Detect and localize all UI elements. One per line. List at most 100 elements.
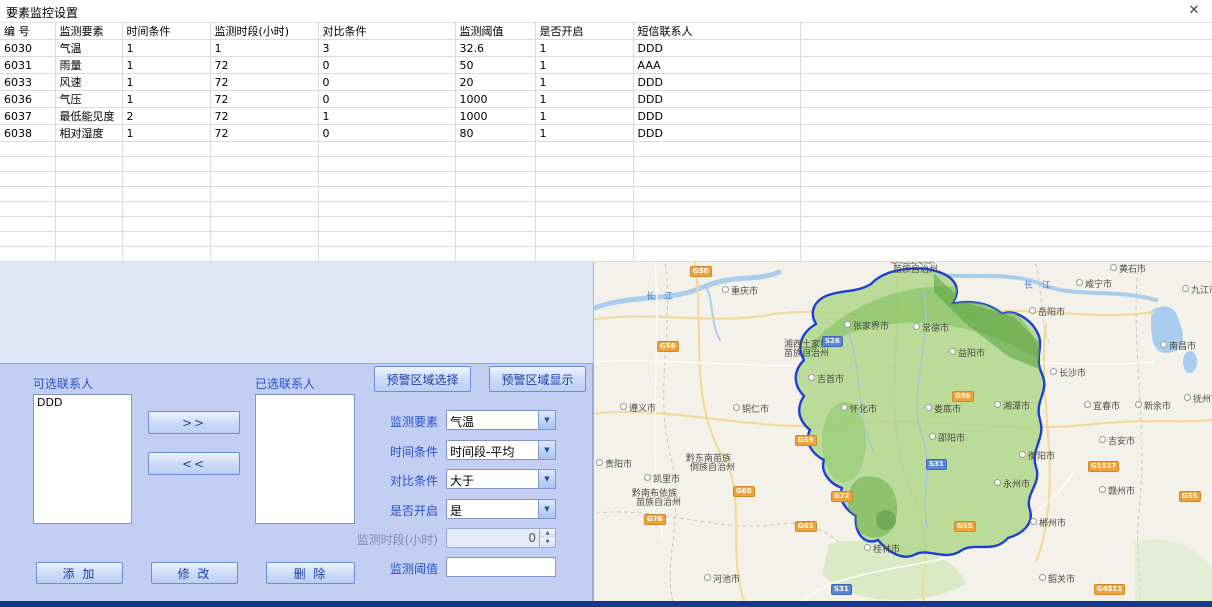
map[interactable]: 恩施土家族苗族自治州重庆市咸宁市黄石市九江市岳阳市常德市张家界市湘西土家族苗族自…: [593, 262, 1212, 601]
road-badge: G55: [954, 521, 976, 532]
map-city-label: 抚州市: [1184, 394, 1212, 405]
table-cell: DDD: [633, 125, 800, 142]
table-row[interactable]: 6031雨量1720501AAA: [0, 57, 1212, 74]
table-cell: 1: [122, 74, 210, 91]
column-header[interactable]: 编 号: [0, 23, 55, 40]
table-cell: [535, 202, 633, 217]
map-city-label: 长沙市: [1050, 368, 1086, 379]
table-cell: [122, 187, 210, 202]
map-city-label: 邵阳市: [929, 433, 965, 444]
table-cell: [0, 232, 55, 247]
road-badge: G72: [831, 491, 853, 502]
add-button[interactable]: 添 加: [36, 562, 123, 584]
period-label: 监测时段(小时): [326, 531, 438, 548]
table-cell: 20: [455, 74, 535, 91]
element-select[interactable]: 气温 ▼: [446, 410, 556, 430]
column-header[interactable]: 监测阈值: [455, 23, 535, 40]
table-row[interactable]: 6033风速1720201DDD: [0, 74, 1212, 91]
table-cell: [455, 172, 535, 187]
table-cell: 1: [535, 40, 633, 57]
time-condition-select[interactable]: 时间段-平均 ▼: [446, 440, 556, 460]
map-city-label: 张家界市: [844, 321, 889, 332]
enabled-select[interactable]: 是 ▼: [446, 499, 556, 519]
spin-down-icon[interactable]: ▼: [540, 538, 555, 547]
road-badge: G65: [795, 521, 817, 532]
warn-area-select-button[interactable]: 预警区域选择: [374, 366, 471, 392]
delete-button[interactable]: 删 除: [266, 562, 355, 584]
period-spinner[interactable]: 0 ▲ ▼: [446, 528, 556, 548]
column-header[interactable]: 时间条件: [122, 23, 210, 40]
column-header[interactable]: 短信联系人: [633, 23, 800, 40]
table-cell: [122, 202, 210, 217]
map-city-label: 衡阳市: [1019, 451, 1055, 462]
close-icon[interactable]: ✕: [1186, 3, 1202, 18]
table-cell: 1: [535, 57, 633, 74]
table-cell: 6031: [0, 57, 55, 74]
table-cell: [535, 172, 633, 187]
chevron-down-icon[interactable]: ▼: [538, 441, 555, 459]
table-cell: 1: [122, 40, 210, 57]
spin-up-icon[interactable]: ▲: [540, 529, 555, 538]
table-cell: [633, 157, 800, 172]
modify-button[interactable]: 修 改: [151, 562, 238, 584]
column-header[interactable]: 对比条件: [318, 23, 455, 40]
table-cell: [455, 202, 535, 217]
table-cell: 1: [122, 91, 210, 108]
table-cell: [800, 108, 1212, 125]
move-to-available-button[interactable]: <<: [148, 452, 240, 475]
table-cell: 1: [122, 57, 210, 74]
map-city-label: 常德市: [913, 323, 949, 334]
table-cell: 3: [318, 40, 455, 57]
column-header[interactable]: 是否开启: [535, 23, 633, 40]
table-cell: [800, 187, 1212, 202]
table-cell: [800, 57, 1212, 74]
move-to-selected-button[interactable]: >>: [148, 411, 240, 434]
available-contacts-list[interactable]: DDD: [33, 394, 132, 524]
table-cell: [535, 247, 633, 262]
chevron-down-icon[interactable]: ▼: [538, 411, 555, 429]
element-select-value: 气温: [450, 413, 474, 430]
table-cell: [122, 217, 210, 232]
map-city-label: 贵阳市: [596, 459, 632, 470]
table-cell: 1: [535, 108, 633, 125]
table-cell: [800, 247, 1212, 262]
map-city-label: 益阳市: [949, 348, 985, 359]
table-row[interactable]: 6037最低能见度272110001DDD: [0, 108, 1212, 125]
table-cell: 1: [535, 91, 633, 108]
table-row[interactable]: 6030气温11332.61DDD: [0, 40, 1212, 57]
time-condition-select-value: 时间段-平均: [450, 443, 514, 460]
compare-condition-select[interactable]: 大于 ▼: [446, 469, 556, 489]
table-row-empty: [0, 172, 1212, 187]
table-cell: [0, 172, 55, 187]
table-cell: [455, 232, 535, 247]
threshold-input[interactable]: [446, 557, 556, 577]
table-cell: 72: [210, 74, 318, 91]
warn-area-show-button[interactable]: 预警区域显示: [489, 366, 586, 392]
table-row[interactable]: 6036气压172010001DDD: [0, 91, 1212, 108]
table-cell: [535, 232, 633, 247]
column-header[interactable]: 监测时段(小时): [210, 23, 318, 40]
table-cell: [0, 157, 55, 172]
table-cell: [318, 142, 455, 157]
table-header-row: 编 号监测要素时间条件监测时段(小时)对比条件监测阈值是否开启短信联系人: [0, 23, 1212, 40]
table-row[interactable]: 6038相对湿度1720801DDD: [0, 125, 1212, 142]
chevron-down-icon[interactable]: ▼: [538, 500, 555, 518]
table-cell: [800, 157, 1212, 172]
table-cell: [800, 91, 1212, 108]
road-badge: G50: [690, 266, 712, 277]
list-item[interactable]: DDD: [34, 395, 131, 410]
road-badge: S31: [926, 459, 947, 470]
chevron-down-icon[interactable]: ▼: [538, 470, 555, 488]
table-cell: [800, 74, 1212, 91]
table-cell: [535, 157, 633, 172]
map-city-label: 宜春市: [1084, 401, 1120, 412]
column-header[interactable]: 监测要素: [55, 23, 122, 40]
table-cell: [0, 187, 55, 202]
titlebar: 要素监控设置 ✕: [0, 0, 1212, 22]
table-cell: 1: [318, 108, 455, 125]
table-cell: [55, 247, 122, 262]
table-cell: [210, 247, 318, 262]
table-row-empty: [0, 157, 1212, 172]
table-cell: 6037: [0, 108, 55, 125]
table-cell: 雨量: [55, 57, 122, 74]
